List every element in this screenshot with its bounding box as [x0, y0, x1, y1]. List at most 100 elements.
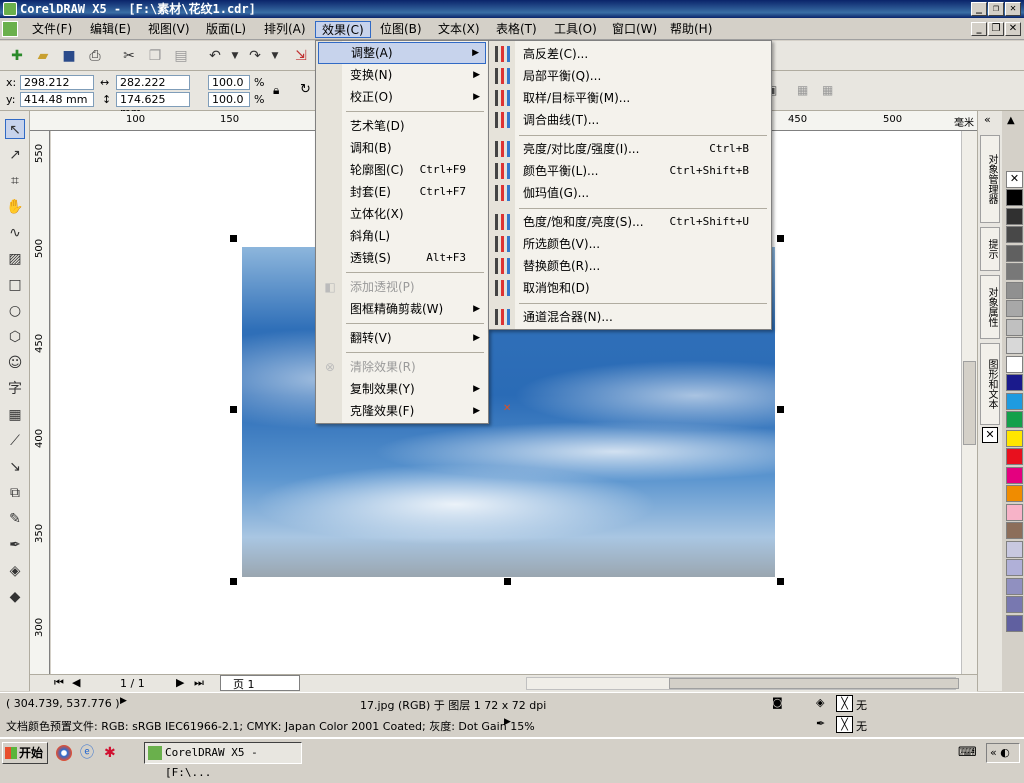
docker-tab-hints[interactable]: 提示	[980, 227, 1000, 271]
menu-item-clear-effect[interactable]: ⊗ 清除效果(R)	[318, 356, 486, 378]
docker-collapse-icon[interactable]: «	[984, 113, 991, 126]
menu-bitmaps[interactable]: 位图(B)	[374, 21, 428, 38]
color-swatch[interactable]	[1006, 374, 1023, 391]
minimize-button[interactable]: _	[971, 2, 987, 16]
close-button[interactable]: ✕	[1005, 2, 1021, 16]
y-position-input[interactable]: 414.48 mm	[20, 92, 94, 107]
cut-icon[interactable]: ✂	[120, 47, 138, 65]
coords-arrow-icon[interactable]: ▶	[120, 696, 127, 706]
fill-tool-icon[interactable]: ◈	[5, 561, 25, 581]
vertical-ruler[interactable]: 550 500 450 400 350 300	[30, 131, 50, 674]
pick-tool-icon[interactable]: ↖	[5, 119, 25, 139]
menu-effects[interactable]: 效果(C)	[315, 21, 371, 38]
color-swatch[interactable]	[1006, 540, 1023, 558]
color-swatch[interactable]	[1006, 503, 1023, 521]
selection-handle[interactable]	[230, 578, 237, 585]
scroll-thumb[interactable]	[669, 678, 959, 689]
docker-close-icon[interactable]: ✕	[982, 427, 998, 443]
menu-item-clone-effect[interactable]: 克隆效果(F) ▶	[318, 400, 486, 422]
color-swatch[interactable]	[1006, 337, 1023, 354]
color-swatch[interactable]	[1006, 207, 1023, 225]
selection-handle[interactable]	[230, 235, 237, 242]
eyedropper-tool-icon[interactable]: ✎	[5, 509, 25, 529]
menu-item-artistic-media[interactable]: 艺术笔(D)	[318, 115, 486, 137]
interactive-fill-icon[interactable]: ◆	[5, 587, 25, 607]
open-folder-icon[interactable]: ▰	[34, 47, 52, 65]
chrome-icon[interactable]	[56, 745, 72, 761]
height-input[interactable]: 174.625 mm	[116, 92, 190, 119]
submenu-item-hue-saturation[interactable]: 色度/饱和度/亮度(S)... Ctrl+Shift+U	[491, 211, 769, 233]
dimension-tool-icon[interactable]: ⟋	[5, 431, 25, 451]
color-swatch[interactable]	[1006, 466, 1023, 484]
last-page-icon[interactable]: ⏭	[194, 676, 204, 690]
x-position-input[interactable]: 298.212 mm	[20, 75, 94, 102]
rotate-icon[interactable]: ↻	[300, 82, 311, 97]
next-page-icon[interactable]: ▶	[176, 676, 184, 689]
tray-expand-icon[interactable]: « ◐	[986, 743, 1020, 763]
submenu-item-brightness-contrast[interactable]: 亮度/对比度/强度(I)... Ctrl+B	[491, 138, 769, 160]
menu-item-contour[interactable]: 轮廓图(C) Ctrl+F9	[318, 159, 486, 181]
no-color-swatch[interactable]: ✕	[1006, 171, 1023, 188]
menu-tools[interactable]: 工具(O)	[548, 21, 603, 38]
menu-item-transform[interactable]: 变换(N) ▶	[318, 64, 486, 86]
print-icon[interactable]: ⎙	[86, 47, 104, 65]
color-swatch[interactable]	[1006, 577, 1023, 595]
undo-icon[interactable]: ↶	[206, 47, 224, 65]
color-swatch[interactable]	[1006, 614, 1023, 632]
shape-tool-icon[interactable]: ↗	[5, 145, 25, 165]
pan-tool-icon[interactable]: ✋	[5, 197, 25, 217]
color-swatch[interactable]	[1006, 429, 1023, 447]
profile-arrow-icon[interactable]: ▶	[504, 717, 511, 727]
menu-item-copy-effect[interactable]: 复制效果(Y) ▶	[318, 378, 486, 400]
basic-shapes-icon[interactable]: ☺	[5, 353, 25, 373]
copy-icon[interactable]: ❐	[146, 47, 164, 65]
docker-tab-object-manager[interactable]: 对象管理器	[980, 135, 1000, 223]
to-front-icon[interactable]: ▦	[797, 83, 808, 97]
submenu-item-channel-mixer[interactable]: 通道混合器(N)...	[491, 306, 769, 328]
rectangle-tool-icon[interactable]: □	[5, 275, 25, 295]
vertical-scrollbar[interactable]	[961, 131, 977, 674]
outline-none-swatch[interactable]: ╳	[836, 716, 853, 733]
selection-handle[interactable]	[504, 578, 511, 585]
menu-edit[interactable]: 编辑(E)	[84, 21, 137, 38]
color-swatch[interactable]	[1006, 281, 1023, 299]
color-swatch[interactable]	[1006, 392, 1023, 410]
menu-window[interactable]: 窗口(W)	[606, 21, 663, 38]
paste-icon[interactable]: ▤	[172, 47, 190, 65]
doc-close-button[interactable]: ✕	[1005, 22, 1021, 36]
prev-page-icon[interactable]: ◀	[72, 676, 80, 689]
undo-dropdown-icon[interactable]: ▼	[226, 47, 244, 65]
smart-fill-icon[interactable]: ▨	[5, 249, 25, 269]
lock-ratio-icon[interactable]: 🔒︎	[273, 83, 279, 98]
horizontal-scrollbar[interactable]	[526, 677, 959, 690]
outline-tool-icon[interactable]: ✒	[5, 535, 25, 555]
palette-scroll-up-icon[interactable]: ▲	[1007, 115, 1015, 126]
save-icon[interactable]: ■	[60, 47, 78, 65]
submenu-item-local-equalization[interactable]: 局部平衡(Q)...	[491, 65, 769, 87]
menu-item-add-perspective[interactable]: ◧ 添加透视(P)	[318, 276, 486, 298]
submenu-item-gamma[interactable]: 伽玛值(G)...	[491, 182, 769, 204]
text-tool-icon[interactable]: 字	[5, 379, 25, 399]
submenu-item-color-balance[interactable]: 颜色平衡(L)... Ctrl+Shift+B	[491, 160, 769, 182]
color-swatch[interactable]	[1006, 448, 1023, 465]
first-page-icon[interactable]: ⏮	[54, 676, 64, 690]
submenu-item-desaturate[interactable]: 取消饱和(D)	[491, 277, 769, 299]
scale-x-input[interactable]: 100.0	[208, 75, 250, 90]
blend-tool-icon[interactable]: ⧉	[5, 483, 25, 503]
menu-item-lens[interactable]: 透镜(S) Alt+F3	[318, 247, 486, 269]
menu-file[interactable]: 文件(F)	[26, 21, 78, 38]
color-swatch[interactable]	[1006, 226, 1023, 243]
color-swatch[interactable]	[1006, 300, 1023, 317]
docker-tab-graphics-text[interactable]: 图形和文本	[980, 343, 1000, 425]
maximize-button[interactable]: ❐	[988, 2, 1004, 16]
ie-icon[interactable]: ⓔ	[80, 745, 96, 761]
doc-restore-button[interactable]: ❐	[988, 22, 1004, 36]
redo-dropdown-icon[interactable]: ▼	[266, 47, 284, 65]
menu-item-adjust[interactable]: 调整(A) ▶	[318, 42, 486, 64]
scale-y-input[interactable]: 100.0	[208, 92, 250, 107]
crop-tool-icon[interactable]: ⌗	[5, 171, 25, 191]
page-tab[interactable]: 页 1	[220, 675, 300, 691]
menu-table[interactable]: 表格(T)	[490, 21, 543, 38]
menu-item-bevel[interactable]: 斜角(L)	[318, 225, 486, 247]
import-icon[interactable]: ⇲	[292, 47, 310, 65]
